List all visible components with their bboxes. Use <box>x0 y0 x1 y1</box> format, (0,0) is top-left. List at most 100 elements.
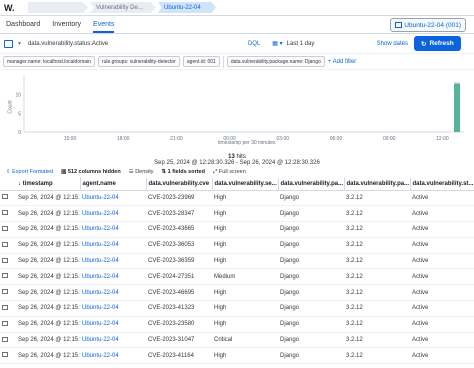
density-button[interactable]: ☰ Density <box>129 169 154 175</box>
table-row[interactable]: Sep 26, 2024 @ 12:15:2...Ubuntu-22-04CVE… <box>0 284 474 302</box>
table-cell: Django <box>278 190 344 207</box>
agent-selector-button[interactable]: Ubuntu-22-04 (001) <box>390 18 466 32</box>
calendar-icon[interactable]: ▦ ▾ <box>272 40 282 47</box>
table-cell: Django <box>278 221 344 238</box>
table-cell: Django <box>278 347 344 365</box>
table-row[interactable]: Sep 26, 2024 @ 12:15:2...Ubuntu-22-04CVE… <box>0 205 474 223</box>
row-expand-cell[interactable] <box>0 237 16 254</box>
table-cell: Active <box>410 237 474 254</box>
table-cell: CVE-2023-36053 <box>146 237 212 254</box>
column-header[interactable]: data.vulnerability.st... <box>409 178 474 191</box>
table-cell: Sep 26, 2024 @ 12:15:2... <box>16 284 80 302</box>
export-button[interactable]: ⇩ Export Formated <box>6 169 53 175</box>
table-row[interactable]: Sep 26, 2024 @ 12:15:2...Ubuntu-22-04CVE… <box>0 268 474 286</box>
table-cell: High <box>212 316 278 333</box>
row-expand-cell[interactable] <box>0 300 16 317</box>
table-cell: High <box>212 205 278 223</box>
expand-document-icon[interactable] <box>2 320 8 326</box>
table-row[interactable]: Sep 26, 2024 @ 12:15:2...Ubuntu-22-04CVE… <box>0 190 474 207</box>
table-cell: CVE-2023-31047 <box>146 332 212 349</box>
expand-document-icon[interactable] <box>2 210 8 216</box>
table-cell: Django <box>278 237 344 254</box>
time-range-picker[interactable]: Last 1 day <box>287 41 377 47</box>
add-filter-button[interactable]: + Add filter <box>328 59 357 65</box>
table-row[interactable]: Sep 26, 2024 @ 12:15:2...Ubuntu-22-04CVE… <box>0 316 474 333</box>
expand-document-icon[interactable] <box>2 194 8 200</box>
row-expand-cell[interactable] <box>0 332 16 349</box>
filter-pill-manager[interactable]: manager.name: localhost.localdomain <box>3 56 95 67</box>
row-expand-cell[interactable] <box>0 190 16 207</box>
table-cell: Ubuntu-22-04 <box>80 316 146 333</box>
expand-document-icon[interactable] <box>2 289 8 295</box>
expand-document-icon[interactable] <box>2 304 8 310</box>
saved-query-icon[interactable] <box>4 39 13 48</box>
table-cell: Ubuntu-22-04 <box>80 300 146 317</box>
table-cell: Sep 26, 2024 @ 12:15:2... <box>16 268 80 286</box>
row-expand-cell[interactable] <box>0 316 16 333</box>
row-expand-cell[interactable] <box>0 268 16 286</box>
show-dates-button[interactable]: Show dates <box>377 41 408 47</box>
app-logo[interactable]: W. <box>4 3 28 13</box>
events-table: ↓ timestamp agent.name data.vulnerabilit… <box>0 178 474 365</box>
table-cell: Django <box>278 300 344 317</box>
filter-bar: manager.name: localhost.localdomain rule… <box>0 54 474 70</box>
y-tick-label: 5 <box>18 111 21 117</box>
x-tick-label: 15:00 <box>64 136 77 142</box>
search-input[interactable]: data.vulnerability.status:Active <box>28 41 248 47</box>
table-cell: CVE-2023-23969 <box>146 190 212 207</box>
export-label: Export Formated <box>12 169 54 175</box>
table-row[interactable]: Sep 26, 2024 @ 12:15:2...Ubuntu-22-04CVE… <box>0 300 474 317</box>
table-cell: Active <box>410 347 474 365</box>
row-expand-cell[interactable] <box>0 205 16 223</box>
filter-pill-package-name[interactable]: data.vulnerability.package.name: Django <box>226 56 325 67</box>
column-header[interactable]: data.vulnerability.pa... <box>343 178 410 191</box>
table-row[interactable]: Sep 26, 2024 @ 12:15:2...Ubuntu-22-04CVE… <box>0 347 474 365</box>
fullscreen-button[interactable]: ⤢ Full screen <box>213 169 246 176</box>
table-row[interactable]: Sep 26, 2024 @ 12:15:2...Ubuntu-22-04CVE… <box>0 221 474 238</box>
expand-document-icon[interactable] <box>2 241 8 247</box>
breadcrumb-home[interactable] <box>28 2 88 13</box>
table-cell: 3.2.12 <box>344 316 410 333</box>
expand-document-icon[interactable] <box>2 336 8 342</box>
chevron-down-icon[interactable]: ▼ <box>17 41 22 47</box>
filter-pill-agent-id[interactable]: agent.id: 001 <box>182 56 220 67</box>
table-row[interactable]: Sep 26, 2024 @ 12:15:2...Ubuntu-22-04CVE… <box>0 253 474 270</box>
top-header: W. Vulnerability De... Ubuntu-22-04 <box>0 0 474 16</box>
query-language-button[interactable]: DQL <box>248 41 260 47</box>
columns-hidden-button[interactable]: ▥ 512 columns hidden <box>61 169 121 175</box>
column-header[interactable]: data.vulnerability.se... <box>211 178 278 191</box>
table-cell: Active <box>410 300 474 317</box>
table-cell: Ubuntu-22-04 <box>80 284 146 302</box>
table-cell: Ubuntu-22-04 <box>80 221 146 238</box>
density-label: Density <box>135 169 154 175</box>
expand-document-icon[interactable] <box>2 257 8 263</box>
table-cell: Active <box>410 332 474 349</box>
column-header[interactable]: data.vulnerability.cve <box>145 178 212 191</box>
tab-events[interactable]: Events <box>93 21 115 33</box>
row-expand-cell[interactable] <box>0 284 16 302</box>
table-cell: CVE-2023-41323 <box>146 300 212 317</box>
refresh-label: Refresh <box>429 40 454 47</box>
sort-button[interactable]: ⇅ 1 fields sorted <box>162 169 205 175</box>
row-expand-cell[interactable] <box>0 347 16 365</box>
table-cell: CVE-2024-27351 <box>146 268 212 286</box>
row-expand-cell[interactable] <box>0 253 16 270</box>
table-cell: 3.2.12 <box>344 284 410 302</box>
expand-document-icon[interactable] <box>2 352 8 358</box>
agent-selector-label: Ubuntu-22-04 (001) <box>404 21 461 29</box>
filter-pill-rule-groups[interactable]: rule.groups: vulnerability-detector <box>97 56 180 67</box>
expand-document-icon[interactable] <box>2 225 8 231</box>
column-header[interactable]: ↓ timestamp <box>16 178 80 191</box>
breadcrumb-agent[interactable]: Ubuntu-22-04 <box>158 2 216 13</box>
expand-document-icon[interactable] <box>2 273 8 279</box>
breadcrumb-vulnerability[interactable]: Vulnerability De... <box>90 2 156 13</box>
column-header[interactable]: data.vulnerability.pa... <box>277 178 344 191</box>
refresh-button[interactable]: ↻ Refresh <box>414 36 461 51</box>
tab-dashboard[interactable]: Dashboard <box>6 21 40 33</box>
table-row[interactable]: Sep 26, 2024 @ 12:15:2...Ubuntu-22-04CVE… <box>0 332 474 349</box>
row-expand-cell[interactable] <box>0 221 16 238</box>
table-row[interactable]: Sep 26, 2024 @ 12:15:2...Ubuntu-22-04CVE… <box>0 237 474 254</box>
column-header[interactable]: agent.name <box>79 178 146 191</box>
tab-inventory[interactable]: Inventory <box>52 21 81 33</box>
table-cell: 3.2.12 <box>344 237 410 254</box>
